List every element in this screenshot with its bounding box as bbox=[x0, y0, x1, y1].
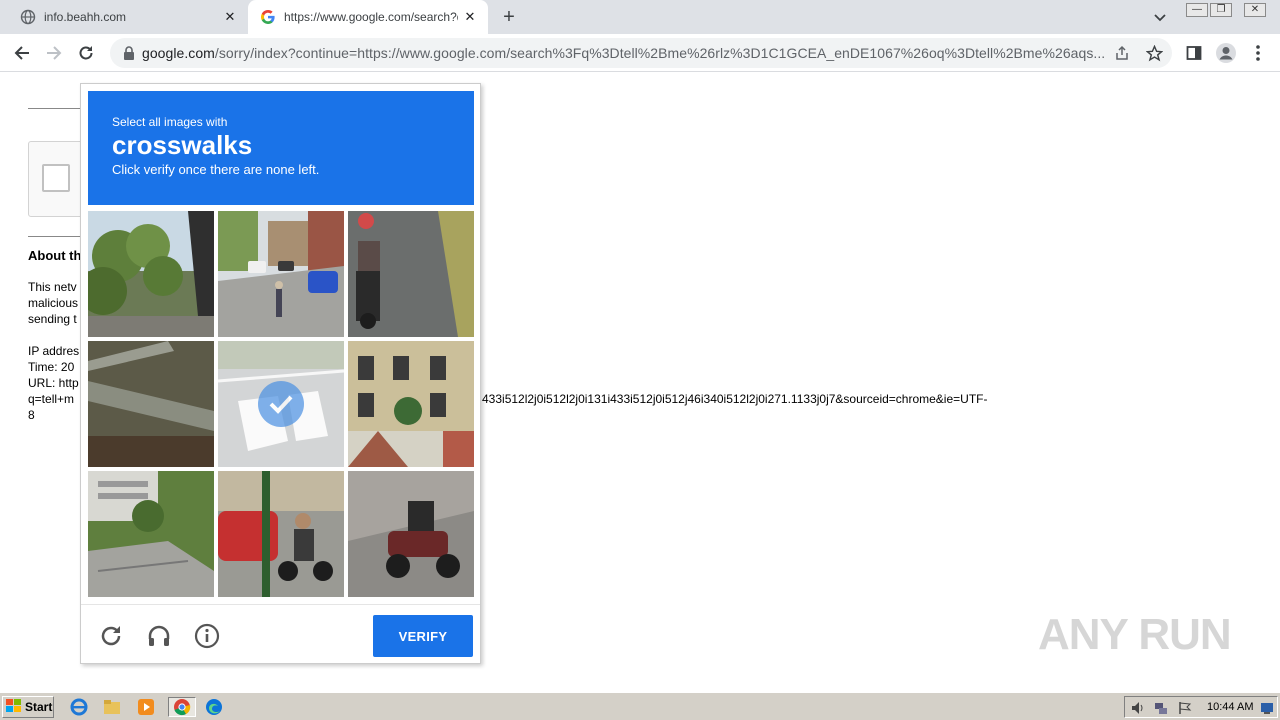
captcha-tile-2[interactable] bbox=[218, 211, 344, 337]
info-icon[interactable] bbox=[193, 622, 221, 650]
chrome-taskbar-icon[interactable] bbox=[168, 697, 196, 717]
verify-button[interactable]: VERIFY bbox=[373, 615, 473, 657]
audio-challenge-icon[interactable] bbox=[145, 622, 173, 650]
captcha-challenge-popup: Select all images with crosswalks Click … bbox=[80, 83, 481, 664]
info-line: This netv bbox=[28, 280, 77, 294]
captcha-tile-9[interactable] bbox=[348, 471, 474, 597]
captcha-hint: Click verify once there are none left. bbox=[112, 162, 320, 177]
address-bar[interactable]: google.com/sorry/index?continue=https://… bbox=[110, 38, 1172, 68]
url-line-tail: 433i512l2j0i512l2j0i131i433i512j0i512j46… bbox=[482, 392, 988, 406]
close-window-button[interactable]: ✕ bbox=[1240, 0, 1270, 20]
url-text: google.com/sorry/index?continue=https://… bbox=[142, 45, 1104, 61]
divider bbox=[28, 236, 88, 237]
globe-icon bbox=[20, 9, 36, 25]
media-player-icon[interactable] bbox=[135, 697, 157, 717]
captcha-target: crosswalks bbox=[112, 130, 253, 160]
captcha-tile-5[interactable] bbox=[218, 341, 344, 467]
captcha-tile-3[interactable] bbox=[348, 211, 474, 337]
close-tab-icon[interactable]: ✕ bbox=[218, 5, 242, 29]
captcha-tile-1[interactable] bbox=[88, 211, 214, 337]
start-label: Start bbox=[25, 700, 53, 714]
volume-icon[interactable] bbox=[1130, 700, 1146, 716]
edge-icon[interactable] bbox=[203, 697, 225, 717]
system-tray: 10:44 AM bbox=[1124, 696, 1278, 718]
new-tab-button[interactable]: + bbox=[496, 5, 522, 29]
url-line-continued: q=tell+m bbox=[28, 392, 75, 406]
reload-challenge-icon[interactable] bbox=[97, 622, 125, 650]
maximize-button[interactable]: ❐ bbox=[1208, 0, 1234, 20]
recaptcha-checkbox[interactable] bbox=[42, 164, 70, 192]
minimize-button[interactable]: — bbox=[1184, 0, 1210, 20]
info-line: sending t bbox=[28, 312, 77, 326]
windows-taskbar: Start 10:44 AM bbox=[0, 692, 1280, 720]
tab-strip: info.beahh.com ✕ https://www.google.com/… bbox=[0, 0, 1280, 34]
captcha-footer: VERIFY bbox=[81, 604, 480, 664]
tab-title: info.beahh.com bbox=[44, 10, 127, 24]
file-explorer-icon[interactable] bbox=[101, 697, 123, 717]
bookmark-star-icon[interactable] bbox=[1144, 43, 1164, 63]
share-icon[interactable] bbox=[1112, 43, 1132, 63]
lock-icon[interactable] bbox=[118, 43, 140, 63]
tab-search-chevron-icon[interactable] bbox=[1150, 7, 1170, 27]
captcha-tile-8[interactable] bbox=[218, 471, 344, 597]
windows-logo-icon bbox=[6, 698, 22, 716]
recaptcha-widget bbox=[28, 141, 88, 217]
profile-avatar-icon[interactable] bbox=[1214, 41, 1238, 65]
close-tab-icon[interactable]: ✕ bbox=[458, 5, 482, 29]
browser-toolbar: google.com/sorry/index?continue=https://… bbox=[0, 34, 1280, 72]
action-center-flag-icon[interactable] bbox=[1177, 700, 1193, 716]
show-desktop-icon[interactable] bbox=[1259, 700, 1275, 716]
captcha-tile-7[interactable] bbox=[88, 471, 214, 597]
start-button[interactable]: Start bbox=[2, 696, 54, 718]
tab-title: https://www.google.com/search?q= bbox=[284, 10, 458, 24]
url-path: /sorry/index?continue=https://www.google… bbox=[214, 45, 1104, 61]
side-panel-icon[interactable] bbox=[1182, 41, 1206, 65]
tab-google-search[interactable]: https://www.google.com/search?q= ✕ bbox=[248, 0, 488, 34]
internet-explorer-icon[interactable] bbox=[68, 697, 90, 717]
forward-arrow-icon[interactable] bbox=[42, 41, 66, 65]
url-line: URL: http bbox=[28, 376, 79, 390]
about-heading: About th bbox=[28, 248, 82, 263]
url-host: google.com bbox=[142, 45, 215, 61]
captcha-instruction: Select all images with bbox=[112, 115, 228, 129]
ip-address-line: IP addres bbox=[28, 344, 80, 358]
captcha-image-grid bbox=[88, 211, 474, 597]
time-line: Time: 20 bbox=[28, 360, 75, 374]
network-icon[interactable] bbox=[1153, 700, 1169, 716]
back-arrow-icon[interactable] bbox=[10, 41, 34, 65]
google-g-icon bbox=[260, 9, 276, 25]
info-line: malicious bbox=[28, 296, 79, 310]
captcha-tile-6[interactable] bbox=[348, 341, 474, 467]
anyrun-watermark: ANY RUN bbox=[1038, 610, 1232, 659]
url-line-end: 8 bbox=[28, 408, 35, 422]
captcha-header: Select all images with crosswalks Click … bbox=[88, 91, 474, 205]
tab-info-beahh[interactable]: info.beahh.com ✕ bbox=[8, 0, 248, 34]
reload-icon[interactable] bbox=[74, 41, 98, 65]
taskbar-clock: 10:44 AM bbox=[1207, 701, 1254, 713]
divider bbox=[28, 108, 88, 109]
kebab-menu-icon[interactable] bbox=[1246, 41, 1270, 65]
captcha-tile-4[interactable] bbox=[88, 341, 214, 467]
